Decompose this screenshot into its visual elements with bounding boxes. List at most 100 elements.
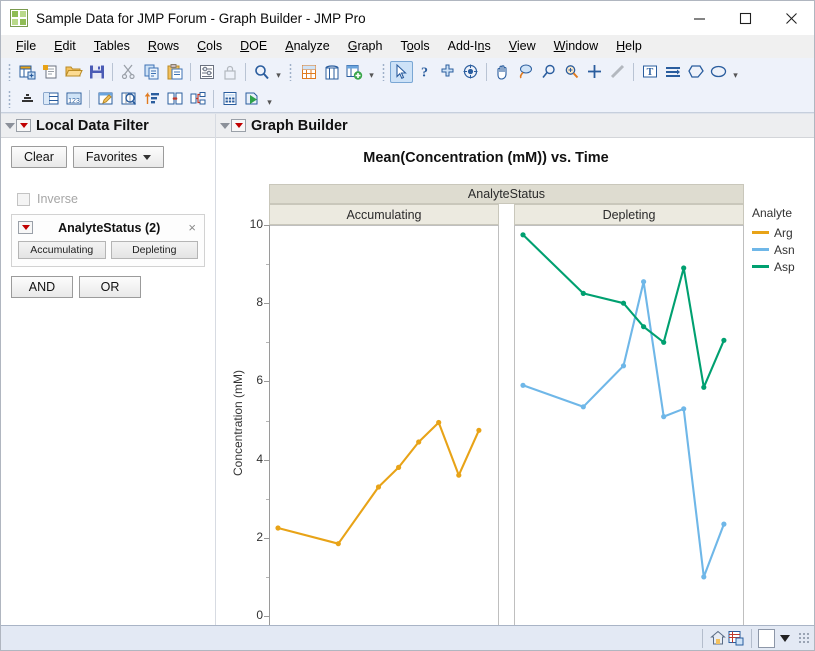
line-tool-icon[interactable] xyxy=(606,61,629,83)
toolbar-grip[interactable] xyxy=(6,89,13,108)
menu-item-rows[interactable]: Rows xyxy=(139,36,188,56)
menu-item-doe[interactable]: DOE xyxy=(231,36,276,56)
home-window-icon[interactable] xyxy=(709,629,727,647)
toolbar-row-2: 123 ▾ xyxy=(1,85,814,112)
favorites-button[interactable]: Favorites xyxy=(72,146,165,168)
window-title: Sample Data for JMP Forum - Graph Builde… xyxy=(36,10,366,26)
data-grid-icon[interactable]: 123 xyxy=(62,88,85,110)
menu-item-edit[interactable]: Edit xyxy=(45,36,85,56)
distribution-icon[interactable] xyxy=(16,88,39,110)
filter-red-triangle-menu-icon[interactable] xyxy=(18,221,33,234)
minimize-icon[interactable] xyxy=(676,1,722,35)
legend-item-asp[interactable]: Asp xyxy=(752,258,795,275)
lock-icon[interactable] xyxy=(218,61,241,83)
graph-red-triangle-menu-icon[interactable] xyxy=(231,119,246,132)
new-column-icon[interactable] xyxy=(343,61,366,83)
show-table-icon[interactable] xyxy=(297,61,320,83)
toolbar-row-1: ▾ ▾ ? T ▾ xyxy=(1,58,814,85)
toolbar-overflow-button[interactable]: ▾ xyxy=(264,88,275,110)
crosshair-icon[interactable] xyxy=(436,61,459,83)
filter-level-depleting[interactable]: Depleting xyxy=(110,241,198,259)
new-script-icon[interactable] xyxy=(39,61,62,83)
menu-item-file[interactable]: File xyxy=(7,36,45,56)
new-data-table-icon[interactable] xyxy=(16,61,39,83)
lasso-icon[interactable] xyxy=(514,61,537,83)
run-script-icon[interactable] xyxy=(241,88,264,110)
arrow-select-icon[interactable] xyxy=(390,60,413,83)
or-button[interactable]: OR xyxy=(79,276,141,298)
menu-item-cols[interactable]: Cols xyxy=(188,36,231,56)
crosshairs-plus-icon[interactable] xyxy=(583,61,606,83)
legend-swatch-icon xyxy=(752,265,769,268)
column-info-icon[interactable] xyxy=(320,61,343,83)
menu-item-window[interactable]: Window xyxy=(545,36,607,56)
cut-icon[interactable] xyxy=(117,61,140,83)
legend-label: Asp xyxy=(774,259,795,274)
text-annotate-icon[interactable]: T xyxy=(638,61,661,83)
summary-icon[interactable] xyxy=(218,88,241,110)
filter-remove-icon[interactable]: × xyxy=(186,220,198,235)
sort-icon[interactable] xyxy=(140,88,163,110)
legend-item-arg[interactable]: Arg xyxy=(752,224,795,241)
copy-icon[interactable] xyxy=(140,61,163,83)
tabulate-icon[interactable] xyxy=(39,88,62,110)
local-data-filter-header[interactable]: Local Data Filter xyxy=(1,114,215,138)
save-icon[interactable] xyxy=(85,61,108,83)
facet-group-header: AnalyteStatus xyxy=(269,184,744,204)
filter-toolbar: Clear Favorites xyxy=(11,146,205,168)
join-icon[interactable] xyxy=(163,88,186,110)
menu-item-tools[interactable]: Tools xyxy=(391,36,438,56)
grabber-hand-icon[interactable] xyxy=(491,61,514,83)
and-button[interactable]: AND xyxy=(11,276,73,298)
outline-disclosure-icon[interactable] xyxy=(220,121,230,130)
filter-level-accumulating[interactable]: Accumulating xyxy=(18,241,106,259)
ellipse-icon[interactable] xyxy=(707,61,730,83)
graph-builder-header[interactable]: Graph Builder xyxy=(216,114,814,138)
close-icon[interactable] xyxy=(768,1,814,35)
menu-item-help[interactable]: Help xyxy=(607,36,651,56)
menu-item-graph[interactable]: Graph xyxy=(339,36,392,56)
outline-disclosure-icon[interactable] xyxy=(5,121,15,130)
inverse-checkbox[interactable] xyxy=(17,192,30,206)
menu-item-add-ins[interactable]: Add-Ins xyxy=(439,36,500,56)
resize-grip-icon[interactable] xyxy=(798,632,810,644)
plot-panel-accumulating[interactable] xyxy=(269,225,499,625)
search-icon[interactable] xyxy=(250,61,273,83)
toolbar-grip[interactable] xyxy=(6,62,13,81)
help-question-icon[interactable]: ? xyxy=(413,61,436,83)
simple-shape-icon[interactable] xyxy=(661,61,684,83)
data-filter-icon[interactable] xyxy=(195,61,218,83)
open-file-icon[interactable] xyxy=(62,61,85,83)
menu-item-view[interactable]: View xyxy=(500,36,545,56)
menu-item-analyze[interactable]: Analyze xyxy=(276,36,338,56)
data-table-icon[interactable] xyxy=(727,629,745,647)
brush-icon[interactable] xyxy=(459,61,482,83)
svg-text:123: 123 xyxy=(68,98,80,105)
clear-button[interactable]: Clear xyxy=(11,146,67,168)
edit-script-icon[interactable] xyxy=(94,88,117,110)
plot-panel-depleting[interactable] xyxy=(514,225,744,625)
toolbar-grip[interactable] xyxy=(287,62,294,81)
window-controls xyxy=(676,1,814,35)
red-triangle-menu-icon[interactable] xyxy=(16,119,31,132)
legend-swatch-icon xyxy=(752,248,769,251)
toolbar-grip[interactable] xyxy=(380,62,387,81)
magnifier-icon[interactable] xyxy=(537,61,560,83)
maximize-icon[interactable] xyxy=(722,1,768,35)
menu-item-tables[interactable]: Tables xyxy=(85,36,139,56)
menu-bar: File Edit Tables Rows Cols DOE Analyze Graph Too… xyxy=(1,35,814,58)
inverse-checkbox-row[interactable]: Inverse xyxy=(11,192,205,206)
zoom-in-icon[interactable] xyxy=(560,61,583,83)
preview-icon[interactable] xyxy=(117,88,140,110)
toolbar-overflow-button[interactable]: ▾ xyxy=(366,61,377,83)
chevron-down-icon[interactable] xyxy=(780,634,790,642)
toolbar-container: ▾ ▾ ? T ▾ 123 ▾ xyxy=(1,58,814,113)
polygon-icon[interactable] xyxy=(684,61,707,83)
split-icon[interactable] xyxy=(186,88,209,110)
clear-button-label: Clear xyxy=(24,150,54,164)
paste-icon[interactable] xyxy=(163,61,186,83)
legend-item-asn[interactable]: Asn xyxy=(752,241,795,258)
toolbar-overflow-button[interactable]: ▾ xyxy=(730,61,741,83)
toolbar-overflow-button[interactable]: ▾ xyxy=(273,61,284,83)
status-color-box[interactable] xyxy=(758,628,775,648)
